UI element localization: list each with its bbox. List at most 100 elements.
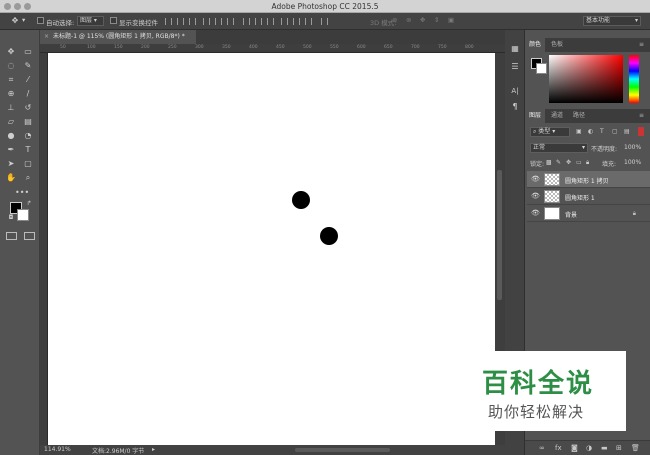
filter-toggle-icon[interactable] xyxy=(638,127,644,136)
layer-name[interactable]: 背景 xyxy=(565,210,577,219)
3d-slide-icon[interactable]: ⇕ xyxy=(434,16,439,24)
align-vcenter-icon[interactable] xyxy=(177,18,184,25)
character-panel-icon[interactable]: A| xyxy=(510,86,520,96)
align-left-icon[interactable] xyxy=(203,18,210,25)
layer-thumbnail[interactable] xyxy=(544,173,560,186)
zoom-level[interactable]: 114.91% xyxy=(44,446,71,453)
path-select-icon[interactable]: ➤ xyxy=(6,159,16,169)
move-icon[interactable]: ✥ xyxy=(6,47,16,57)
lock-all-icon[interactable]: 🔒︎ xyxy=(586,159,589,167)
layer-style-icon[interactable]: fx xyxy=(555,444,562,452)
color-picker-field[interactable] xyxy=(549,55,623,103)
layer-mask-icon[interactable]: ◙ xyxy=(571,444,578,452)
history-brush-icon[interactable]: ↺ xyxy=(23,103,33,113)
auto-align-icon[interactable] xyxy=(321,18,328,25)
artboard-icon[interactable]: ▭ xyxy=(23,47,33,57)
edit-toolbar-icon[interactable]: ••• xyxy=(15,188,29,198)
hand-icon[interactable]: ✋ xyxy=(6,173,16,183)
visibility-eye-icon[interactable]: 👁︎ xyxy=(531,209,540,217)
horizontal-ruler[interactable] xyxy=(40,44,505,53)
layer-thumbnail[interactable] xyxy=(544,207,560,220)
healing-brush-icon[interactable]: ⊕ xyxy=(6,89,16,99)
panel-menu-icon[interactable]: ≡ xyxy=(635,38,648,52)
rounded-rect-copy-layer-shape[interactable] xyxy=(320,227,338,245)
workspace-dropdown[interactable]: 基本功能 ▾ xyxy=(583,16,641,26)
history-icon[interactable]: ▦ xyxy=(510,44,520,54)
layer-filter-dropdown[interactable]: ⌕ 类型 ▾ xyxy=(530,127,570,137)
layer-thumbnail[interactable] xyxy=(544,190,560,203)
tab-channels[interactable]: 通道 xyxy=(547,109,567,123)
vertical-ruler[interactable] xyxy=(40,53,48,445)
3d-scale-icon[interactable]: ▣ xyxy=(448,16,454,24)
tab-color[interactable]: 颜色 xyxy=(525,38,546,52)
layer-row[interactable]: 👁︎ 圆角矩形 1 拷贝 xyxy=(527,171,650,188)
lock-position-icon[interactable]: ✥ xyxy=(566,159,571,166)
adjustment-layer-icon[interactable]: ◑ xyxy=(586,444,592,452)
visibility-eye-icon[interactable]: 👁︎ xyxy=(531,175,540,183)
color-panel-background-swatch[interactable] xyxy=(536,63,547,74)
screen-mode-icon[interactable] xyxy=(24,232,35,240)
align-hcenter-icon[interactable] xyxy=(215,18,222,25)
move-tool-preset-icon[interactable]: ✥ xyxy=(10,16,20,26)
filter-smart-object-icon[interactable]: ▤ xyxy=(624,128,630,135)
blend-mode-dropdown[interactable]: 正常 ▾ xyxy=(530,143,588,153)
filter-adjustment-icon[interactable]: ◐ xyxy=(588,128,593,135)
layer-row[interactable]: 👁︎ 圆角矩形 1 xyxy=(527,188,650,205)
quick-mask-icon[interactable] xyxy=(6,232,17,240)
3d-pan-icon[interactable]: ✥ xyxy=(420,16,425,24)
delete-layer-icon[interactable]: 🗑︎ xyxy=(631,444,640,452)
lock-transparency-icon[interactable]: ▩ xyxy=(546,159,552,166)
distribute-hcenter-icon[interactable] xyxy=(293,18,300,25)
filter-pixel-icon[interactable]: ▣ xyxy=(576,128,582,135)
brush-icon[interactable]: / xyxy=(23,89,33,99)
blur-icon[interactable]: ● xyxy=(6,131,16,141)
crop-icon[interactable]: ⌗ xyxy=(6,75,16,85)
lasso-icon[interactable]: ◌ xyxy=(6,61,16,71)
eyedropper-icon[interactable]: ⁄ xyxy=(23,75,33,85)
swap-colors-icon[interactable]: ↱ xyxy=(24,199,34,209)
horizontal-scrollbar-thumb[interactable] xyxy=(295,448,390,452)
filter-shape-icon[interactable]: ▢ xyxy=(612,128,618,135)
zoom-icon[interactable]: ⌕ xyxy=(23,173,33,183)
distribute-top-icon[interactable] xyxy=(243,18,250,25)
visibility-eye-icon[interactable]: 👁︎ xyxy=(531,192,540,200)
show-transform-checkbox[interactable] xyxy=(110,17,117,24)
align-right-icon[interactable] xyxy=(227,18,234,25)
opacity-value[interactable]: 100% xyxy=(624,144,641,151)
default-colors-icon[interactable]: ◘ xyxy=(6,213,16,223)
distribute-vcenter-icon[interactable] xyxy=(255,18,262,25)
layer-name[interactable]: 圆角矩形 1 xyxy=(565,193,595,202)
auto-select-checkbox[interactable] xyxy=(37,17,44,24)
hue-slider[interactable] xyxy=(629,55,639,103)
tab-layers[interactable]: 图层 xyxy=(525,109,546,123)
distribute-bottom-icon[interactable] xyxy=(267,18,274,25)
layer-name[interactable]: 圆角矩形 1 拷贝 xyxy=(565,176,609,185)
new-layer-icon[interactable]: ⊞ xyxy=(616,444,622,452)
vertical-scrollbar-thumb[interactable] xyxy=(497,170,502,300)
link-layers-icon[interactable]: ∞ xyxy=(539,444,545,452)
stamp-icon[interactable]: ⊥ xyxy=(6,103,16,113)
rounded-rect-layer-shape[interactable] xyxy=(292,191,310,209)
3d-roll-icon[interactable]: ⊚ xyxy=(406,16,411,24)
document-canvas[interactable] xyxy=(48,53,495,445)
paragraph-panel-icon[interactable]: ¶ xyxy=(510,102,520,112)
3d-orbit-icon[interactable]: ⊛ xyxy=(392,16,397,24)
status-menu-chevron-icon[interactable]: ▸ xyxy=(152,446,155,453)
document-tab[interactable]: × 未标题-1 @ 115% (圆角矩形 1 拷贝, RGB/8*) * xyxy=(40,30,196,44)
gradient-icon[interactable]: ▤ xyxy=(23,117,33,127)
align-top-icon[interactable] xyxy=(165,18,172,25)
properties-icon[interactable]: ☰ xyxy=(510,62,520,72)
filter-type-icon[interactable]: T xyxy=(600,128,604,135)
lock-pixels-icon[interactable]: ✎ xyxy=(556,159,561,166)
new-group-icon[interactable]: ▬ xyxy=(601,444,608,452)
dodge-icon[interactable]: ◔ xyxy=(23,131,33,141)
preset-chevron-down-icon[interactable]: ▾ xyxy=(22,16,25,24)
quick-select-icon[interactable]: ✎ xyxy=(23,61,33,71)
eraser-icon[interactable]: ▱ xyxy=(6,117,16,127)
background-color-swatch[interactable] xyxy=(17,209,29,221)
auto-select-dropdown[interactable]: 图层 ▾ xyxy=(77,16,104,26)
layers-panel-menu-icon[interactable]: ≡ xyxy=(635,109,648,123)
tab-paths[interactable]: 路径 xyxy=(569,109,589,123)
lock-artboard-icon[interactable]: ▭ xyxy=(576,159,582,166)
fill-value[interactable]: 100% xyxy=(624,159,641,166)
